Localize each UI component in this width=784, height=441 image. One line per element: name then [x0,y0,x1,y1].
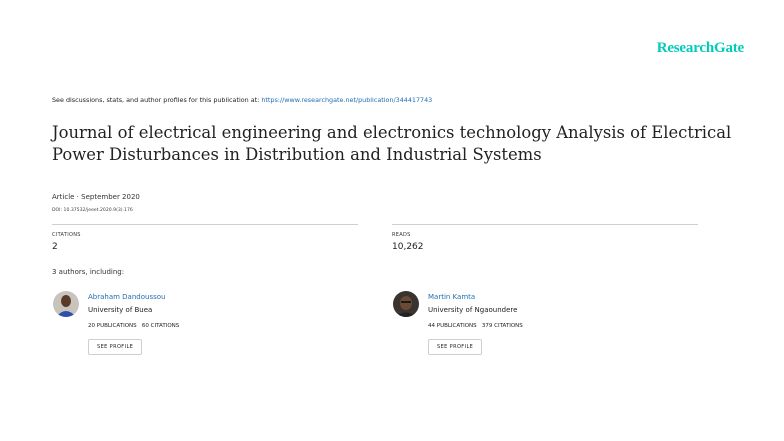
reads-value: 10,262 [392,242,424,252]
publication-meta: Article · September 2020 [52,193,140,201]
avatar[interactable] [53,291,79,317]
person-avatar-icon [53,291,79,317]
see-profile-button[interactable]: SEE PROFILE [88,339,143,355]
author-name[interactable]: Abraham Dandoussou [88,293,165,301]
author-name[interactable]: Martin Kamta [428,293,475,301]
author-stats: 20 PUBLICATIONS 60 CITATIONS [88,323,179,329]
divider-right [392,224,698,225]
publication-doi: DOI: 10.37532/jeeet.2020.9(3).176 [52,208,133,213]
author-citations: 379 CITATIONS [481,323,523,329]
see-prefix-text: See discussions, stats, and author profi… [52,96,260,104]
avatar[interactable] [393,291,419,317]
author-institution: University of Buea [88,306,153,314]
author-citations: 60 CITATIONS [141,323,180,329]
author-publications: 44 PUBLICATIONS [428,323,477,329]
author-institution: University of Ngaoundere [428,306,518,314]
divider-left [52,224,358,225]
author-publications: 20 PUBLICATIONS [88,323,137,329]
citations-label: CITATIONS [52,232,81,238]
see-profile-button[interactable]: SEE PROFILE [428,339,483,355]
reads-label: READS [392,232,411,238]
person-avatar-icon [393,291,419,317]
publication-title: Journal of electrical engineering and el… [52,123,732,164]
see-discussions-line: See discussions, stats, and author profi… [52,96,432,104]
citations-value: 2 [52,242,58,252]
researchgate-logo[interactable]: ResearchGate [657,40,744,57]
authors-heading: 3 authors, including: [52,268,125,276]
publication-link[interactable]: https://www.researchgate.net/publication… [261,96,432,104]
author-stats: 44 PUBLICATIONS 379 CITATIONS [428,323,523,329]
